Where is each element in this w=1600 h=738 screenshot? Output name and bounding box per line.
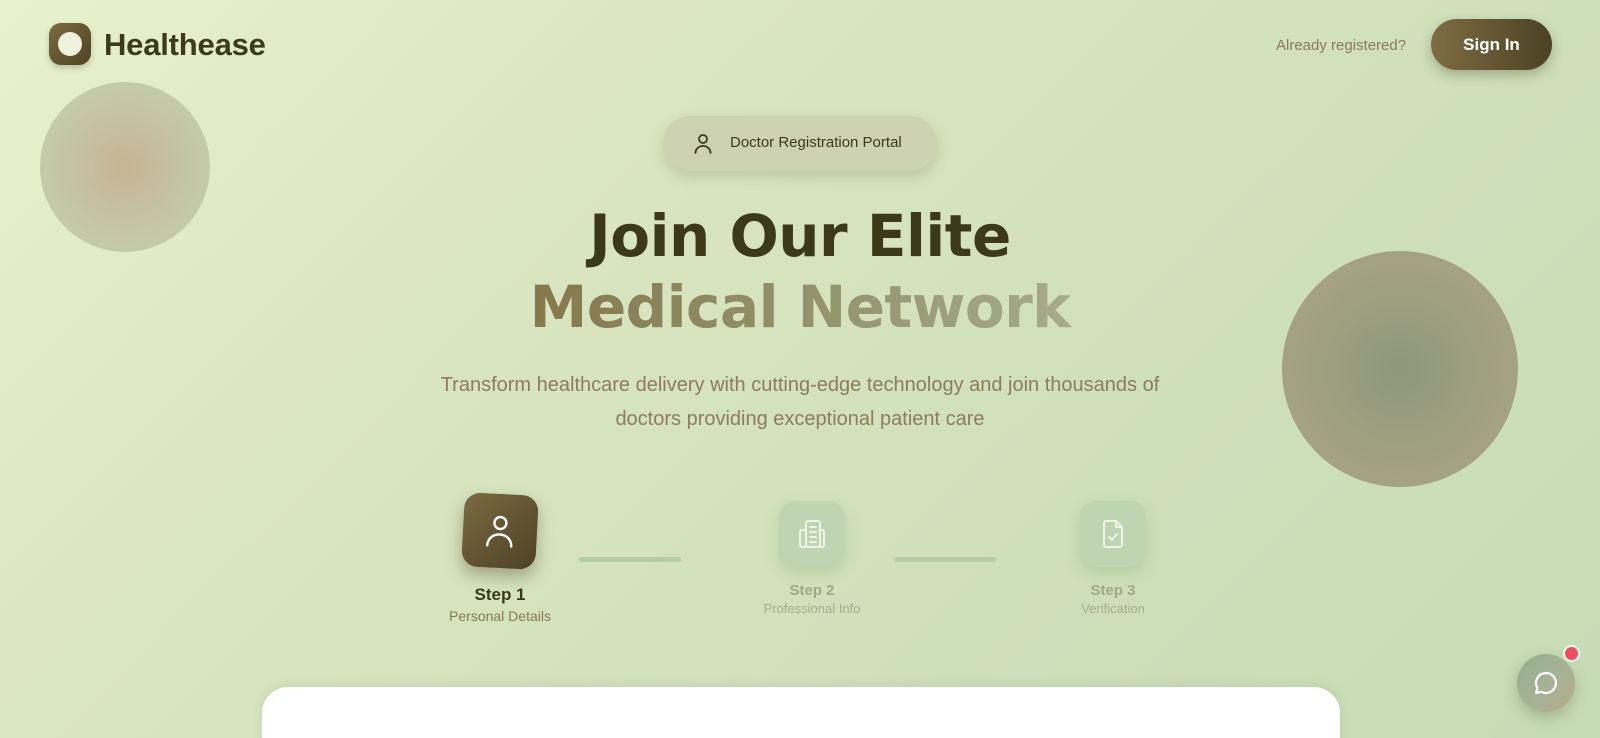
portal-badge-label: Doctor Registration Portal — [730, 134, 902, 151]
step-1-subtitle: Personal Details — [449, 608, 551, 624]
user-icon — [486, 515, 513, 548]
chat-button[interactable] — [1517, 654, 1575, 712]
step-3[interactable]: Step 3 Verification — [1043, 501, 1183, 616]
sign-in-button[interactable]: Sign In — [1431, 19, 1552, 70]
hero-subtitle: Transform healthcare delivery with cutti… — [400, 368, 1200, 436]
step-1-icon-box[interactable] — [461, 492, 539, 570]
logo-icon[interactable] — [49, 23, 91, 65]
hero-title-line2-text: Medical Network — [529, 273, 1071, 341]
step-2-subtitle: Professional Info — [763, 601, 861, 616]
already-registered-text: Already registered? — [1276, 37, 1407, 54]
step-1-title: Step 1 — [474, 585, 526, 604]
hero-subtitle-line2: doctors providing exceptional patient ca… — [615, 408, 985, 430]
hero-subtitle-line1: Transform healthcare delivery with cutti… — [440, 374, 1160, 396]
document-check-icon — [1103, 520, 1123, 548]
hero-title-line2: Medical Network — [0, 273, 1600, 341]
step-1[interactable]: Step 1 Personal Details — [440, 492, 560, 624]
step-connector-2 — [894, 557, 996, 562]
step-3-subtitle: Verification — [1081, 601, 1145, 616]
step-2[interactable]: Step 2 Professional Info — [742, 501, 882, 616]
step-3-icon-box[interactable] — [1080, 501, 1146, 567]
brand-name[interactable]: Healthease — [104, 27, 266, 63]
header: Healthease Already registered? Sign In — [0, 0, 1600, 92]
step-connector-1 — [579, 557, 681, 562]
hero-title-line1: Join Our Elite — [589, 202, 1011, 270]
step-2-title: Step 2 — [789, 582, 835, 599]
registration-form-card — [262, 687, 1340, 738]
notification-dot — [1563, 645, 1580, 662]
portal-badge: Doctor Registration Portal — [663, 116, 937, 171]
step-2-icon-box[interactable] — [779, 501, 845, 567]
step-3-title: Step 3 — [1090, 582, 1136, 599]
building-icon — [799, 520, 825, 548]
user-icon — [694, 134, 712, 154]
chat-bubble-icon — [1534, 671, 1558, 695]
page: Healthease Already registered? Sign In D… — [0, 0, 1600, 738]
